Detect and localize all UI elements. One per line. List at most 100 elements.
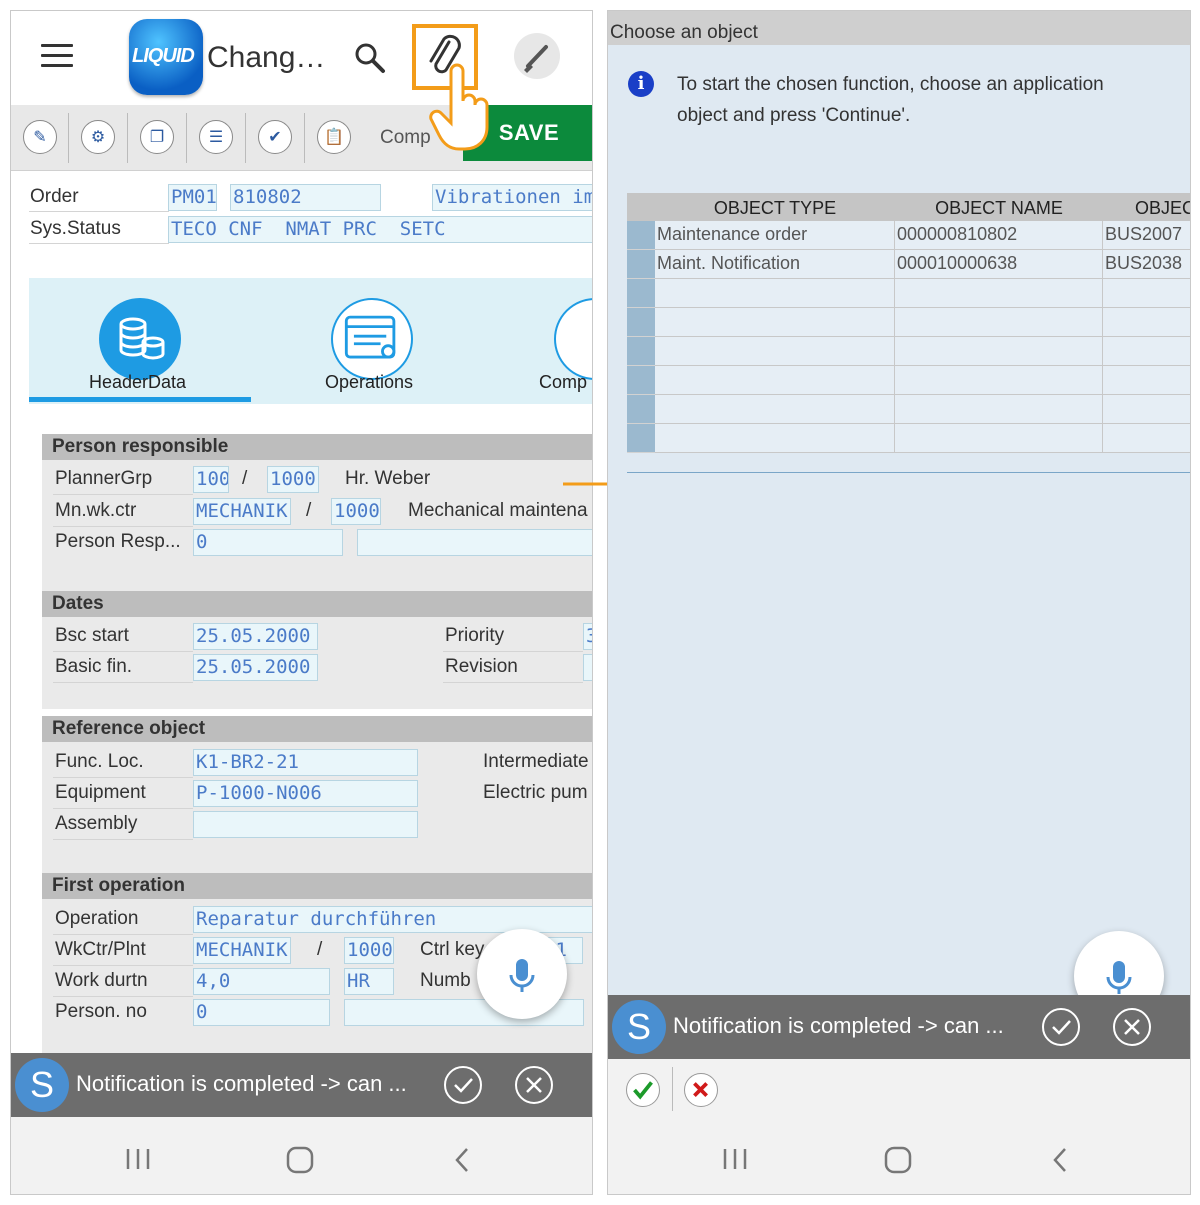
table-header[interactable]: OBJECT TYPE	[655, 193, 895, 221]
planner-plant-field[interactable]: 1000	[267, 466, 319, 493]
search-icon[interactable]	[353, 41, 387, 75]
slash-separator: /	[306, 500, 312, 521]
row-selector[interactable]	[627, 279, 655, 308]
table-cell[interactable]	[1103, 279, 1190, 308]
home-icon[interactable]	[884, 1146, 912, 1174]
back-icon[interactable]	[1050, 1146, 1070, 1174]
work-duration-field[interactable]: 4,0	[193, 968, 330, 995]
table-cell[interactable]	[1103, 424, 1190, 453]
revision-field[interactable]	[583, 654, 592, 681]
basic-start-field[interactable]: 25.05.2000	[193, 623, 318, 650]
person-number-label: Person. no	[55, 1001, 147, 1022]
row-selector[interactable]	[627, 308, 655, 337]
work-center-field[interactable]: MECHANIK	[193, 498, 291, 525]
toolbar-document-icon[interactable]: ☰	[199, 120, 233, 154]
close-icon	[526, 1077, 542, 1093]
cancel-button[interactable]	[684, 1073, 718, 1107]
operations-icon[interactable]	[331, 298, 413, 380]
basic-finish-field[interactable]: 25.05.2000	[193, 654, 318, 681]
order-type-field[interactable]: PM01	[168, 184, 217, 211]
status-bar: S Notification is completed -> can ...	[608, 995, 1190, 1059]
person-responsible-field[interactable]: 0	[193, 529, 343, 556]
toolbar-clipboard-icon[interactable]: 📋	[317, 120, 351, 154]
table-cell[interactable]	[655, 395, 895, 424]
microphone-button[interactable]	[477, 929, 567, 1019]
section-title: Person responsible	[42, 434, 592, 460]
priority-field[interactable]: 3	[583, 623, 592, 650]
assembly-field[interactable]	[193, 811, 418, 838]
table-cell[interactable]	[655, 337, 895, 366]
table-cell[interactable]	[1103, 308, 1190, 337]
brush-icon[interactable]	[514, 33, 560, 79]
tab-headerdata[interactable]: HeaderData	[89, 372, 186, 393]
toolbar-check-icon[interactable]: ✔	[258, 120, 292, 154]
table-cell[interactable]: Maintenance order	[655, 221, 895, 250]
menu-icon[interactable]	[41, 44, 73, 68]
table-cell[interactable]: 000010000638	[895, 250, 1103, 279]
table-cell[interactable]	[1103, 337, 1190, 366]
order-number-field[interactable]: 810802	[230, 184, 381, 211]
row-selector[interactable]	[627, 366, 655, 395]
toolbar-copy-icon[interactable]: ❐	[140, 120, 174, 154]
status-field: TECO CNF NMAT PRC SETC	[168, 216, 592, 243]
status-close-button[interactable]	[1113, 1008, 1151, 1046]
status-avatar: S	[15, 1058, 69, 1112]
table-header-select	[627, 193, 655, 221]
table-cell[interactable]	[895, 308, 1103, 337]
status-confirm-button[interactable]	[1042, 1008, 1080, 1046]
table-cell[interactable]: BUS2007	[1103, 221, 1190, 250]
functional-location-description: Intermediate	[483, 751, 589, 772]
toolbar-edit-icon[interactable]: ✎	[23, 120, 57, 154]
continue-button[interactable]	[626, 1073, 660, 1107]
divider	[53, 777, 193, 778]
table-cell[interactable]	[895, 424, 1103, 453]
equipment-field[interactable]: P-1000-N006	[193, 780, 418, 807]
operation-plant-field[interactable]: 1000	[344, 937, 394, 964]
header-data-icon[interactable]	[99, 298, 181, 380]
work-unit-field[interactable]: HR	[344, 968, 394, 995]
logo-text: LIQUID	[132, 45, 195, 67]
table-cell[interactable]	[895, 279, 1103, 308]
row-selector[interactable]	[627, 337, 655, 366]
back-icon[interactable]	[452, 1146, 472, 1174]
order-description-field[interactable]: Vibrationen im	[432, 184, 592, 211]
number-label: Numb	[420, 970, 471, 991]
table-header[interactable]: OBJEC	[1103, 193, 1190, 221]
table-cell[interactable]	[1103, 366, 1190, 395]
tab-components[interactable]: Comp	[539, 372, 587, 393]
table-cell[interactable]	[655, 279, 895, 308]
functional-location-field[interactable]: K1-BR2-21	[193, 749, 418, 776]
table-cell[interactable]: Maint. Notification	[655, 250, 895, 279]
table-cell[interactable]: BUS2038	[1103, 250, 1190, 279]
row-selector[interactable]	[627, 424, 655, 453]
table-cell[interactable]	[895, 366, 1103, 395]
close-icon	[1124, 1019, 1140, 1035]
table-cell[interactable]	[895, 337, 1103, 366]
components-icon[interactable]	[554, 298, 592, 380]
basic-start-label: Bsc start	[55, 625, 129, 646]
row-selector[interactable]	[627, 221, 655, 250]
row-selector[interactable]	[627, 250, 655, 279]
table-cell[interactable]: 000000810802	[895, 221, 1103, 250]
home-icon[interactable]	[286, 1146, 314, 1174]
operation-work-center-field[interactable]: MECHANIK	[193, 937, 291, 964]
work-center-plant-field[interactable]: 1000	[331, 498, 381, 525]
row-selector[interactable]	[627, 395, 655, 424]
planner-name: Hr. Weber	[345, 468, 431, 489]
toolbar-hierarchy-icon[interactable]: ⚙	[81, 120, 115, 154]
table-cell[interactable]	[655, 366, 895, 395]
slash-separator: /	[242, 468, 248, 489]
person-number-field[interactable]: 0	[193, 999, 330, 1026]
work-center-plant-label: WkCtr/Plnt	[55, 939, 146, 960]
table-cell[interactable]	[1103, 395, 1190, 424]
tab-operations[interactable]: Operations	[325, 372, 413, 393]
table-cell[interactable]	[895, 395, 1103, 424]
table-cell[interactable]	[655, 308, 895, 337]
recent-apps-icon[interactable]	[125, 1147, 151, 1171]
status-close-button[interactable]	[515, 1066, 553, 1104]
planner-group-field[interactable]: 100	[193, 466, 229, 493]
status-confirm-button[interactable]	[444, 1066, 482, 1104]
recent-apps-icon[interactable]	[722, 1147, 748, 1171]
table-cell[interactable]	[655, 424, 895, 453]
table-header[interactable]: OBJECT NAME	[895, 193, 1103, 221]
